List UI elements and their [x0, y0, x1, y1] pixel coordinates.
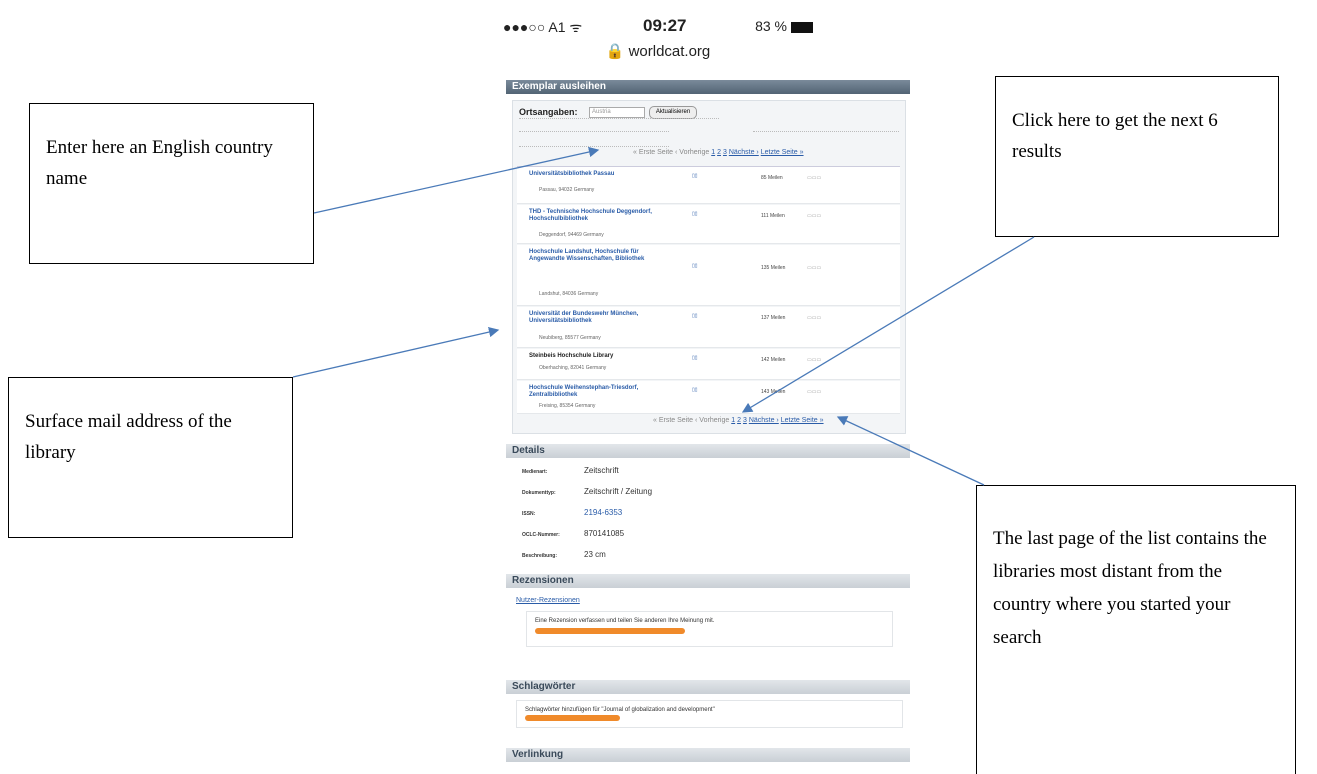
arrow-to-location-input: [313, 146, 600, 214]
annotation-arrows: [292, 146, 1035, 486]
arrow-to-next-link: [741, 236, 1035, 413]
arrow-to-address: [292, 326, 500, 378]
arrow-to-last-page: [836, 416, 985, 486]
